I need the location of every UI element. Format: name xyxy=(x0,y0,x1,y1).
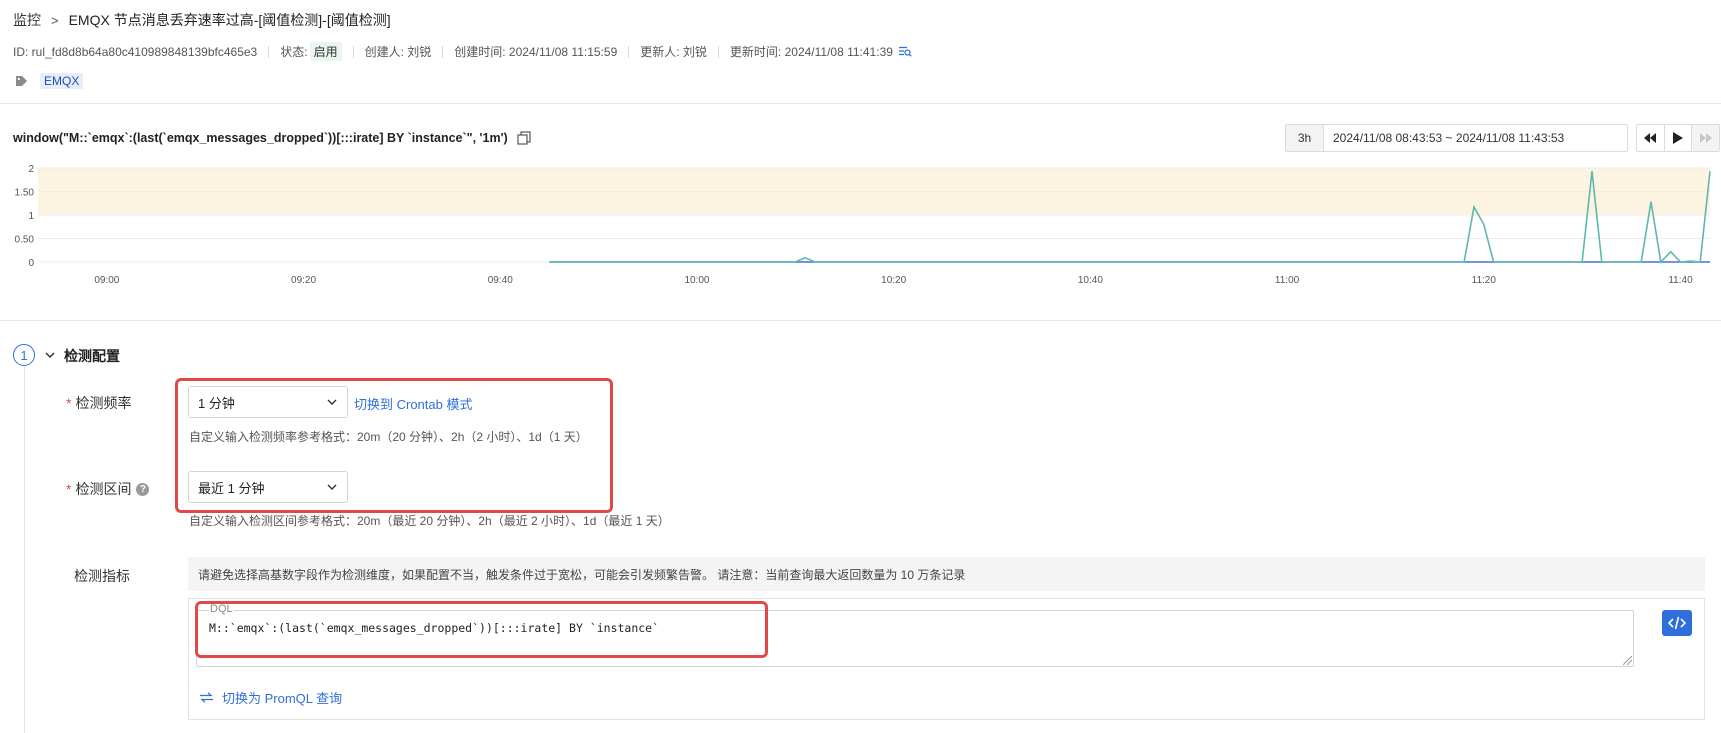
creator: 创建人: 刘锐 xyxy=(364,45,432,59)
page-title: EMQX 节点消息丢弃速率过高-[阈值检测]-[阈值检测] xyxy=(68,12,391,28)
required-mark: * xyxy=(66,395,72,411)
divider xyxy=(0,320,1721,321)
promql-switch-link[interactable]: 切换为 PromQL 查询 xyxy=(200,688,342,707)
time-range-picker[interactable]: 3h 2024/11/08 08:43:53 ~ 2024/11/08 11:4… xyxy=(1285,124,1628,152)
promql-switch-label: 切换为 PromQL 查询 xyxy=(222,691,343,706)
created-at: 创建时间: 2024/11/08 11:15:59 xyxy=(454,45,618,59)
updated-at: 更新时间: 2024/11/08 11:41:39 xyxy=(729,45,893,59)
copy-icon[interactable] xyxy=(517,131,531,145)
line-chart: 2 1.50 1 0.50 0 09:00 09:20 09:40 10:00 10:20 10:4… xyxy=(15,164,1711,286)
playback-controls xyxy=(1636,124,1720,152)
code-icon xyxy=(1668,616,1686,630)
query-line: window("M::`emqx`:(last(`emqx_messages_d… xyxy=(13,131,531,145)
y-tick-label: 2 xyxy=(28,164,34,175)
x-tick-label: 10:20 xyxy=(881,275,906,286)
step-line xyxy=(24,366,25,733)
divider xyxy=(268,45,270,58)
history-log-icon[interactable] xyxy=(898,46,912,57)
breadcrumb-root-link[interactable]: 监控 xyxy=(13,10,41,30)
divider xyxy=(717,45,719,58)
status: 状态: 启用 xyxy=(280,42,342,61)
divider xyxy=(442,45,444,58)
help-icon[interactable]: ? xyxy=(136,482,150,496)
breadcrumb: 监控 > EMQX 节点消息丢弃速率过高-[阈值检测]-[阈值检测] xyxy=(13,10,391,30)
freq-label-text: 检测频率 xyxy=(75,395,132,411)
divider xyxy=(628,45,630,58)
range-label-text: 检测区间 xyxy=(75,481,132,497)
x-tick-label: 10:40 xyxy=(1078,275,1103,286)
metric-notice: 请避免选择高基数字段作为检测维度，如果配置不当，触发条件过于宽松，可能会引发频繁… xyxy=(188,557,1705,591)
tag-emqx: EMQX xyxy=(40,73,84,89)
time-range-text[interactable]: 2024/11/08 08:43:53 ~ 2024/11/08 11:43:5… xyxy=(1324,131,1564,145)
x-tick-label: 09:00 xyxy=(94,275,119,286)
y-tick-label: 0.50 xyxy=(15,235,35,246)
highlight-box xyxy=(195,601,768,658)
y-tick-label: 1.50 xyxy=(15,188,35,199)
breadcrumb-separator: > xyxy=(51,12,59,28)
range-label: * 检测区间 ? xyxy=(66,479,150,499)
x-tick-label: 11:00 xyxy=(1275,275,1300,286)
swap-icon xyxy=(200,692,213,703)
y-tick-label: 0 xyxy=(28,258,34,269)
quick-range-button[interactable]: 3h xyxy=(1286,125,1324,151)
query-text: window("M::`emqx`:(last(`emqx_messages_d… xyxy=(13,131,508,145)
x-tick-label: 10:00 xyxy=(684,275,709,286)
y-tick-label: 1 xyxy=(28,211,34,222)
x-tick-label: 11:20 xyxy=(1472,275,1497,286)
range-hint: 自定义输入检测区间参考格式：20m（最近 20 分钟）、2h（最近 2 小时）、… xyxy=(189,514,670,528)
forward-button[interactable] xyxy=(1692,125,1720,151)
play-icon xyxy=(1673,132,1683,144)
rule-id: ID: rul_fd8d8b64a80c410989848139bfc465e3 xyxy=(13,44,258,59)
meta-row: ID: rul_fd8d8b64a80c410989848139bfc465e3… xyxy=(13,42,912,61)
metric-label: 检测指标 xyxy=(74,568,130,584)
freq-label: * 检测频率 xyxy=(66,393,131,413)
x-tick-label: 09:20 xyxy=(291,275,316,286)
status-label: 状态: xyxy=(280,45,308,59)
play-button[interactable] xyxy=(1665,125,1693,151)
step-number: 1 xyxy=(13,344,35,366)
tag-row: EMQX xyxy=(15,73,84,89)
fast-forward-icon xyxy=(1699,133,1712,143)
required-mark: * xyxy=(66,481,72,497)
rewind-icon xyxy=(1644,133,1657,143)
chevron-down-icon[interactable] xyxy=(44,349,56,361)
code-toggle-button[interactable] xyxy=(1662,610,1692,636)
divider xyxy=(0,103,1721,104)
section-title[interactable]: 检测配置 xyxy=(64,346,120,366)
resize-handle-icon[interactable] xyxy=(1623,656,1632,665)
x-tick-label: 09:40 xyxy=(488,275,513,286)
updater: 更新人: 刘锐 xyxy=(640,45,707,59)
x-tick-label: 11:40 xyxy=(1668,275,1693,286)
status-badge: 启用 xyxy=(309,42,342,61)
rewind-button[interactable] xyxy=(1637,125,1665,151)
highlight-box xyxy=(175,378,613,513)
tag-icon xyxy=(16,76,27,86)
divider xyxy=(352,45,354,58)
